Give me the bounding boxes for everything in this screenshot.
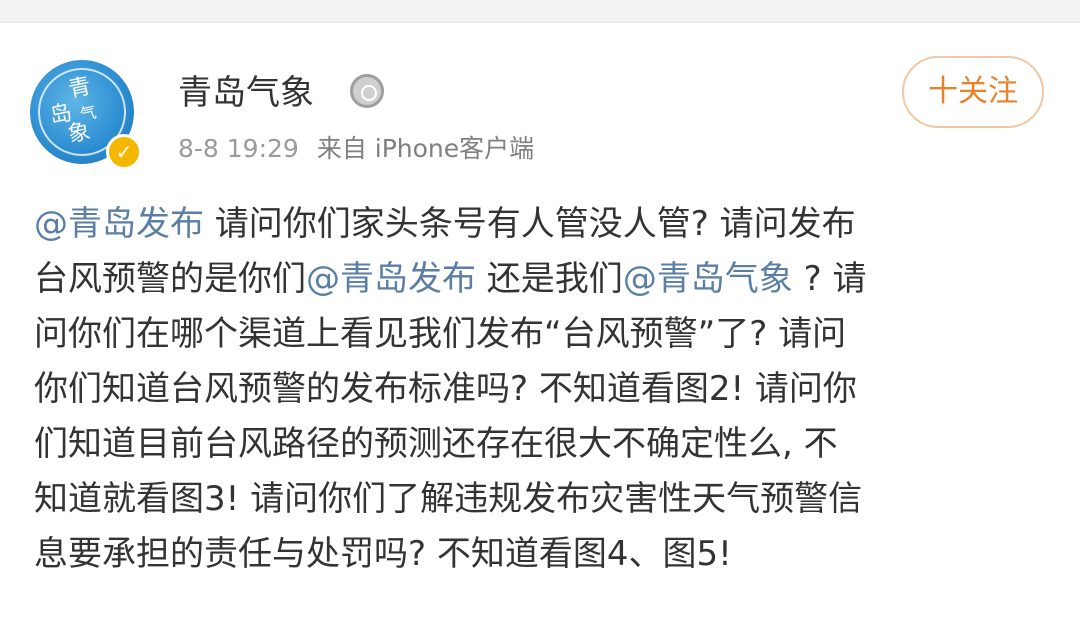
post-line: 息要承担的责任与处罚吗? 不知道看图4、图5! [34,527,1044,582]
post-meta: 8-8 19:29 来自 iPhone客户端 [178,132,534,166]
top-bar [0,0,1080,23]
medal-icon[interactable] [350,74,384,108]
post-line: 们知道目前台风路径的预测还存在很大不确定性么, 不 [34,417,1044,472]
mention-link[interactable]: @青岛发布 [34,204,204,244]
account-name[interactable]: 青岛气象 [178,70,314,116]
post-text: 你们知道台风预警的发布标准吗? 不知道看图2! 请问你 [34,369,857,409]
mention-link[interactable]: @青岛发布 [306,259,476,299]
post-line: @青岛发布 请问你们家头条号有人管没人管? 请问发布 [34,197,1044,252]
post-text: 还是我们 [476,259,623,299]
post-line: 问你们在哪个渠道上看见我们发布“台风预警”了? 请问 [34,307,1044,362]
post-line: 知道就看图3! 请问你们了解违规发布灾害性天气预警信 [34,472,1044,527]
avatar-char: 青 [66,73,94,103]
post-line: 台风预警的是你们@青岛发布 还是我们@青岛气象 ? 请 [34,252,1044,307]
post-text: ? 请 [792,259,867,299]
follow-button[interactable]: 十关注 [902,56,1044,128]
mention-link[interactable]: @青岛气象 [623,259,793,299]
post-text: 知道就看图3! 请问你们了解违规发布灾害性天气预警信 [34,479,863,519]
post-line: 你们知道台风预警的发布标准吗? 不知道看图2! 请问你 [34,362,1044,417]
post-source: 来自 iPhone客户端 [316,134,535,163]
post-text: 台风预警的是你们 [34,259,306,299]
post-text: 请问你们家头条号有人管没人管? 请问发布 [204,204,856,244]
verified-badge-icon: ✓ [106,134,142,170]
avatar-char: 象 [65,119,93,149]
post-text: 问你们在哪个渠道上看见我们发布“台风预警”了? 请问 [34,314,847,354]
post-body: @青岛发布 请问你们家头条号有人管没人管? 请问发布 台风预警的是你们@青岛发布 … [34,197,1044,582]
post-timestamp: 8-8 19:29 [178,134,299,163]
post-text: 们知道目前台风路径的预测还存在很大不确定性么, 不 [34,424,838,464]
avatar[interactable]: 青 岛 气 象 ✓ [30,60,142,172]
post-text: 息要承担的责任与处罚吗? 不知道看图4、图5! [34,534,732,574]
